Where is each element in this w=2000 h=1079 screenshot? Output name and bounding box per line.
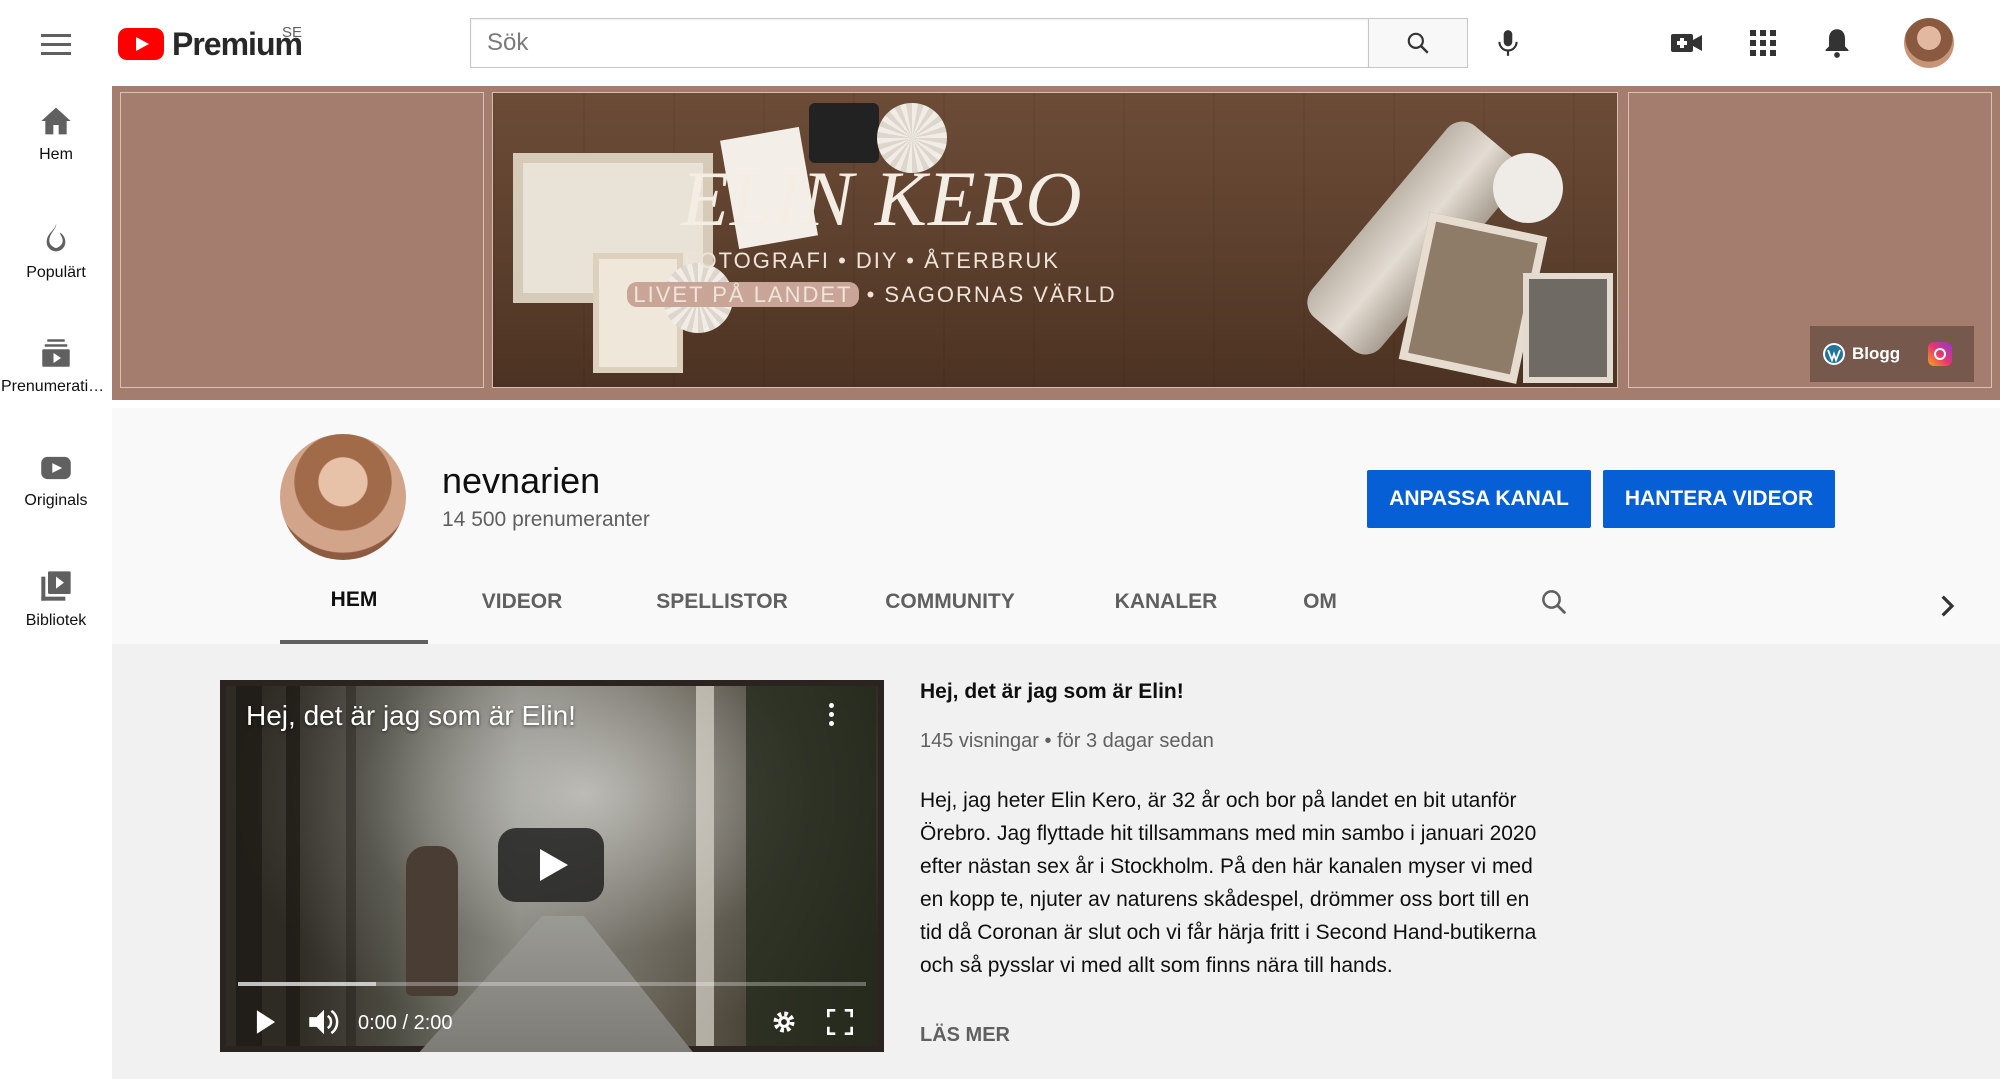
search-input[interactable] xyxy=(487,29,1368,57)
tab-about[interactable]: OM xyxy=(1280,560,1360,644)
banner-title: ELIN KERO xyxy=(681,155,1083,242)
sidebar-item-label: Originals xyxy=(24,492,88,509)
sidebar-item-label: Populärt xyxy=(26,264,86,281)
video-camera-add-icon xyxy=(1671,34,1702,52)
gear-icon xyxy=(773,1011,795,1033)
volume-button[interactable] xyxy=(302,1002,346,1042)
channel-avatar[interactable] xyxy=(280,434,406,560)
banner-photo-print xyxy=(1523,273,1613,383)
channel-tabs: HEM VIDEOR SPELLISTOR COMMUNITY KANALER … xyxy=(280,560,1980,644)
search-box xyxy=(470,18,1368,68)
sidebar-item-label: Hem xyxy=(39,146,73,163)
banner-vase xyxy=(1493,153,1563,223)
sidebar-item-label: Bibliotek xyxy=(25,612,87,629)
time-display: 0:00 / 2:00 xyxy=(358,1012,453,1034)
apps-grid-icon xyxy=(1750,30,1776,56)
tab-community[interactable]: COMMUNITY xyxy=(850,560,1050,644)
blog-link[interactable]: Blogg xyxy=(1822,342,1900,366)
blog-link-label: Blogg xyxy=(1852,344,1901,363)
fullscreen-icon xyxy=(827,1009,853,1035)
banner-links: Blogg xyxy=(1810,326,1974,382)
sidebar-item-originals[interactable]: Originals xyxy=(0,434,112,534)
player-controls: 0:00 / 2:00 xyxy=(220,992,884,1052)
banner-subtitle-highlight: LIVET PÅ LANDET xyxy=(627,282,859,307)
tab-playlists[interactable]: SPELLISTOR xyxy=(632,560,812,644)
tab-channels[interactable]: KANALER xyxy=(1086,560,1246,644)
player-overlay-title: Hej, det är jag som är Elin! xyxy=(246,700,576,731)
youtube-play-icon xyxy=(118,28,164,60)
menu-icon[interactable] xyxy=(36,24,76,64)
manage-videos-button[interactable]: HANTERA VIDEOR xyxy=(1603,470,1835,528)
originals-icon xyxy=(41,456,71,480)
sidebar-item-home[interactable]: Hem xyxy=(0,86,112,186)
notifications-button[interactable] xyxy=(1816,22,1858,64)
thumbnail-person xyxy=(406,846,458,996)
video-player[interactable]: Hej, det är jag som är Elin! 0:00 / 2:00 xyxy=(220,680,884,1052)
microphone-icon xyxy=(1498,30,1518,56)
channel-search-button[interactable] xyxy=(1530,578,1578,626)
progress-fill xyxy=(238,982,377,986)
sidebar-item-trending[interactable]: Populärt xyxy=(0,202,112,302)
channel-header: nevnarien 14 500 prenumeranter ANPASSA K… xyxy=(112,408,2000,644)
play-icon xyxy=(256,1010,276,1034)
customize-channel-button[interactable]: ANPASSA KANAL xyxy=(1367,470,1591,528)
play-button-large[interactable] xyxy=(498,828,604,902)
play-button[interactable] xyxy=(248,1002,284,1042)
tab-home[interactable]: HEM xyxy=(280,560,428,644)
chevron-right-icon xyxy=(1941,595,1955,617)
subscriptions-icon xyxy=(42,339,70,367)
library-icon xyxy=(41,571,71,601)
sidebar-item-label: Prenumerationer xyxy=(1,378,111,395)
featured-video-title[interactable]: Hej, det är jag som är Elin! xyxy=(920,680,1184,704)
region-code: SE xyxy=(282,24,303,41)
banner-subtitle: FOTOGRAFI • DIY • ÅTERBRUK xyxy=(684,248,1060,273)
search-icon xyxy=(1407,32,1429,54)
tabs-scroll-right-button[interactable] xyxy=(1928,584,1968,628)
top-bar: Premium SE xyxy=(0,0,2000,86)
subscriber-count: 14 500 prenumeranter xyxy=(442,508,650,531)
featured-video-description: Hej, jag heter Elin Kero, är 32 år och b… xyxy=(920,789,1537,977)
featured-video-meta: 145 visningar • för 3 dagar sedan xyxy=(920,730,1214,752)
progress-bar[interactable] xyxy=(238,982,866,986)
sidebar-item-library[interactable]: Bibliotek xyxy=(0,550,112,650)
settings-button[interactable] xyxy=(764,1002,804,1042)
channel-home-content: Hej, det är jag som är Elin! 0:00 / 2:00… xyxy=(112,644,2000,1079)
more-options-icon[interactable] xyxy=(816,694,846,734)
tab-videos[interactable]: VIDEOR xyxy=(448,560,596,644)
channel-name: nevnarien xyxy=(442,460,601,501)
home-icon xyxy=(41,107,71,135)
voice-search-button[interactable] xyxy=(1486,20,1530,66)
read-more-button[interactable]: LÄS MER xyxy=(920,1024,1010,1047)
instagram-icon[interactable] xyxy=(1928,342,1953,366)
sidebar: Hem Populärt Prenumerationer Originals B… xyxy=(0,86,112,1079)
banner-subtitle-rest: • SAGORNAS VÄRLD xyxy=(858,282,1117,307)
volume-icon xyxy=(309,1009,339,1035)
banner-subtitle-2: LIVET PÅ LANDET • SAGORNAS VÄRLD xyxy=(572,282,1172,308)
bell-icon xyxy=(1825,29,1849,58)
fullscreen-button[interactable] xyxy=(820,1002,860,1042)
banner-side-panel-left xyxy=(120,92,484,388)
account-avatar[interactable] xyxy=(1904,18,1954,68)
wordpress-icon xyxy=(1823,343,1845,365)
search-icon xyxy=(1542,590,1567,615)
apps-button[interactable] xyxy=(1742,22,1784,64)
youtube-logo[interactable]: Premium xyxy=(118,24,303,64)
search-button[interactable] xyxy=(1368,18,1468,68)
sidebar-item-subscriptions[interactable]: Prenumerationer xyxy=(0,318,112,418)
flame-icon xyxy=(46,223,66,252)
create-video-button[interactable] xyxy=(1666,22,1708,64)
channel-banner: ELIN KERO FOTOGRAFI • DIY • ÅTERBRUK LIV… xyxy=(112,86,2000,400)
